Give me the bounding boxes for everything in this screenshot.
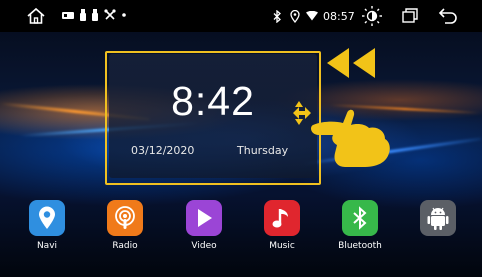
- music-note-icon: [272, 209, 288, 228]
- status-indicators: 08:57: [272, 6, 355, 26]
- dock-app-radio[interactable]: Radio: [101, 200, 149, 251]
- status-bar: 08:57: [0, 0, 482, 32]
- dock-app-music[interactable]: Music: [258, 200, 306, 251]
- tools-icon: [104, 9, 116, 20]
- back-icon[interactable]: [438, 7, 458, 25]
- app-icon-tile[interactable]: [342, 200, 378, 236]
- dock-app-android[interactable]: [414, 200, 462, 241]
- more-notifications-dot-icon: [122, 13, 126, 17]
- swipe-hand-icon: [293, 101, 390, 167]
- app-icon-tile[interactable]: [29, 200, 65, 236]
- dock-app-bluetooth[interactable]: Bluetooth: [336, 200, 384, 251]
- double-chevron-left-icon: [327, 48, 375, 78]
- card-icon: [62, 12, 74, 19]
- usb-icon: [80, 9, 86, 21]
- usb-icon: [92, 9, 98, 21]
- app-label: Radio: [112, 241, 138, 251]
- notification-icons: [62, 9, 126, 21]
- dock-app-navi[interactable]: Navi: [23, 200, 71, 251]
- home-screen: 08:57 8:42 03/12/2020 Thursday Navi Radi…: [0, 0, 482, 277]
- location-status-icon: [290, 9, 300, 23]
- radio-podcast-icon: [115, 206, 135, 229]
- bluetooth-status-icon: [273, 9, 281, 23]
- app-icon-tile[interactable]: [420, 200, 456, 236]
- location-pin-icon: [39, 206, 55, 229]
- app-label: Navi: [36, 241, 58, 251]
- recent-apps-icon[interactable]: [402, 8, 418, 23]
- app-label: Video: [191, 241, 217, 251]
- app-label: Bluetooth: [338, 241, 382, 251]
- bluetooth-icon: [353, 206, 367, 230]
- android-icon: [427, 207, 449, 230]
- app-icon-tile[interactable]: [264, 200, 300, 236]
- app-icon-tile[interactable]: [107, 200, 143, 236]
- home-icon[interactable]: [26, 6, 46, 26]
- dock-app-video[interactable]: Video: [180, 200, 228, 251]
- wifi-status-icon: [306, 11, 318, 21]
- app-icon-tile[interactable]: [186, 200, 222, 236]
- play-icon: [198, 209, 212, 227]
- app-label: Music: [269, 241, 295, 251]
- brightness-icon[interactable]: [361, 5, 383, 27]
- status-time: 08:57: [323, 9, 355, 23]
